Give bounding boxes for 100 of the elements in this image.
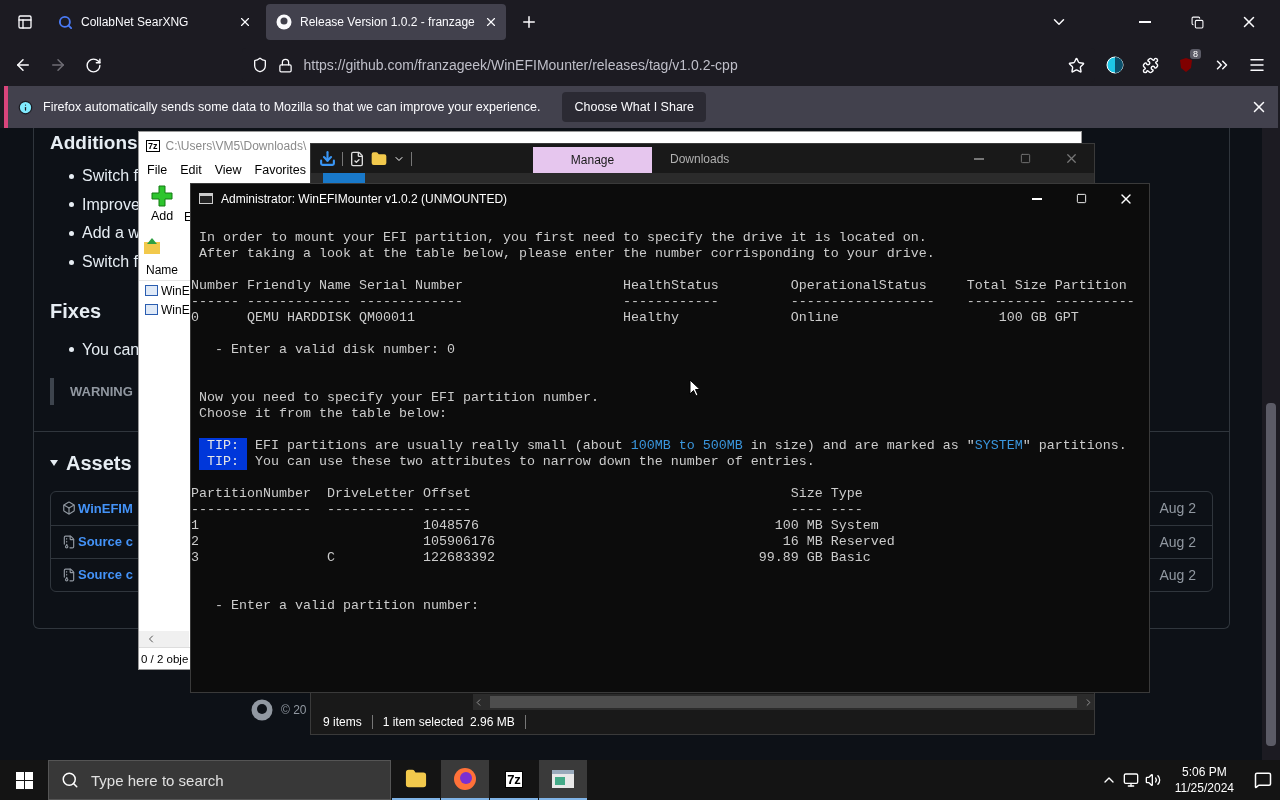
table-cell: 122683392 <box>422 550 495 565</box>
section-heading: Fixes <box>50 300 102 324</box>
count-badge: 8 <box>1190 49 1202 59</box>
notification-text: Firefox automatically sends some data to Mozilla so that we can improve your experience. <box>43 100 541 114</box>
cursor-icon <box>689 379 701 397</box>
plus-icon <box>520 13 538 31</box>
asset-link[interactable]: WinEFIM <box>62 500 133 516</box>
column-header: Total Size <box>966 278 1047 293</box>
bullet-icon <box>69 231 74 236</box>
restore-icon <box>1190 15 1204 29</box>
console-text: Choose it from the table below: <box>199 406 447 421</box>
close-icon[interactable] <box>238 15 252 29</box>
add-button[interactable]: Add <box>143 185 181 223</box>
folder-icon <box>405 768 427 790</box>
choose-button[interactable]: Choose What I Share <box>562 92 706 122</box>
status-text: 0 / 2 obje <box>141 652 189 665</box>
menu-item[interactable]: File <box>147 163 168 177</box>
tab-title: CollabNet SearXNG <box>81 15 190 29</box>
table-cell: Reserved <box>830 534 895 549</box>
asset-link[interactable]: Source c <box>62 567 133 583</box>
plus-icon <box>151 185 173 207</box>
warning-note: WARNING <box>70 383 133 399</box>
table-cell: System <box>830 518 879 533</box>
package-icon <box>62 501 76 516</box>
volume-icon[interactable] <box>1144 772 1161 788</box>
close-icon[interactable] <box>484 15 498 29</box>
table-cell: 2 <box>191 534 199 549</box>
bookmark-icon[interactable] <box>1067 56 1085 74</box>
taskbar-app[interactable] <box>441 760 489 800</box>
header-rule: ------------- <box>358 294 463 309</box>
browser-tab[interactable]: Release Version 1.0.2 - franzage <box>266 4 506 40</box>
header-rule: ---------- <box>966 294 1047 309</box>
search-icon <box>61 771 79 789</box>
clock[interactable]: 5:06 PM 11/25/2024 <box>1174 764 1234 796</box>
minimize-icon <box>1139 21 1151 23</box>
header-rule: ------------ <box>622 294 719 309</box>
ribbon-tab[interactable] <box>323 173 365 184</box>
column-header: Partition <box>1054 278 1127 293</box>
table-cell: 3 <box>191 550 199 565</box>
table-cell: 16 MB <box>782 534 823 549</box>
properties-icon <box>349 150 365 167</box>
header-rule: ------ <box>422 502 471 517</box>
notifications-icon[interactable] <box>1254 771 1272 789</box>
input-prompt: - Enter a valid disk number: 0 <box>215 342 455 357</box>
app-label: 7z <box>146 139 160 152</box>
column-header: OperationalStatus <box>790 278 927 293</box>
browser-icon <box>453 767 477 791</box>
maximize-icon <box>1075 193 1087 204</box>
file-name: WinE <box>161 302 190 317</box>
file-icon <box>145 285 158 296</box>
menu-item[interactable]: Favorites <box>254 163 306 177</box>
footer-text: © 20 <box>281 702 307 717</box>
column-header: Name <box>146 262 178 277</box>
column-header: PartitionNumber <box>191 486 311 501</box>
folder-icon <box>371 150 387 167</box>
header-rule: ---- <box>830 502 863 517</box>
reload-icon <box>85 56 103 74</box>
tip-text: You can use these two attributes to narrow down the number of entries. <box>253 454 815 470</box>
column-header: DriveLetter <box>326 486 415 501</box>
caret-icon[interactable] <box>50 460 58 467</box>
puzzle-icon <box>1142 56 1160 74</box>
info-icon <box>18 99 33 115</box>
table-cell: 1 <box>191 518 199 533</box>
bullet-icon <box>69 259 74 265</box>
table-cell: QEMU HARDDISK <box>247 310 351 325</box>
table-cell: Healthy <box>622 310 679 325</box>
menu-item[interactable]: View <box>214 163 242 177</box>
asset-link[interactable]: Source c <box>62 534 133 550</box>
file-icon <box>145 304 158 315</box>
input-prompt: - Enter a valid partition number: <box>215 598 479 613</box>
extension-button[interactable]: 8 <box>1169 49 1204 81</box>
header-rule: ---- <box>790 502 823 517</box>
table-cell: 100 GB <box>998 310 1047 325</box>
console-text: Now you need to specify your EFI partition number. <box>199 390 599 405</box>
maximize-icon <box>1019 153 1031 164</box>
status-text: 9 items <box>323 715 362 729</box>
bullet-icon <box>69 347 74 353</box>
header-rule: ---------- <box>1054 294 1135 309</box>
asset-date: Aug 2 <box>1159 566 1196 583</box>
taskbar-app[interactable] <box>539 760 587 800</box>
table-cell: Online <box>790 310 839 325</box>
table-cell: 1048576 <box>422 518 479 533</box>
console-text: After taking a look at the table below, please enter the number corrisponding to your drive. <box>199 246 935 261</box>
search-icon <box>58 14 73 30</box>
browser-tab[interactable]: CollabNet SearXNG <box>48 4 260 40</box>
table-cell: 100 MB <box>774 518 823 533</box>
logo-icon <box>276 14 292 30</box>
column-header: Serial Number <box>358 278 463 293</box>
file-name: WinE <box>161 283 190 298</box>
menu-item[interactable]: Edit <box>180 163 202 177</box>
window-title: Administrator: WinEFIMounter v1.0.2 (UNMOUNTED) <box>221 191 508 206</box>
manage-tab[interactable]: Manage <box>533 147 652 173</box>
status-text: 1 item selected 2.96 MB <box>382 715 515 729</box>
taskbar-search[interactable]: Type here to search <box>48 760 391 800</box>
minimize-icon <box>974 157 984 160</box>
tip-text: EFI partitions are usually really small (about 100MB to 500MB in size) and are marked as "SYSTEM" partitions. <box>253 438 1127 454</box>
network-icon[interactable] <box>1122 772 1139 788</box>
logo-icon <box>251 698 273 721</box>
header-rule: --------------- <box>191 502 311 517</box>
circle-icon <box>1106 56 1125 74</box>
